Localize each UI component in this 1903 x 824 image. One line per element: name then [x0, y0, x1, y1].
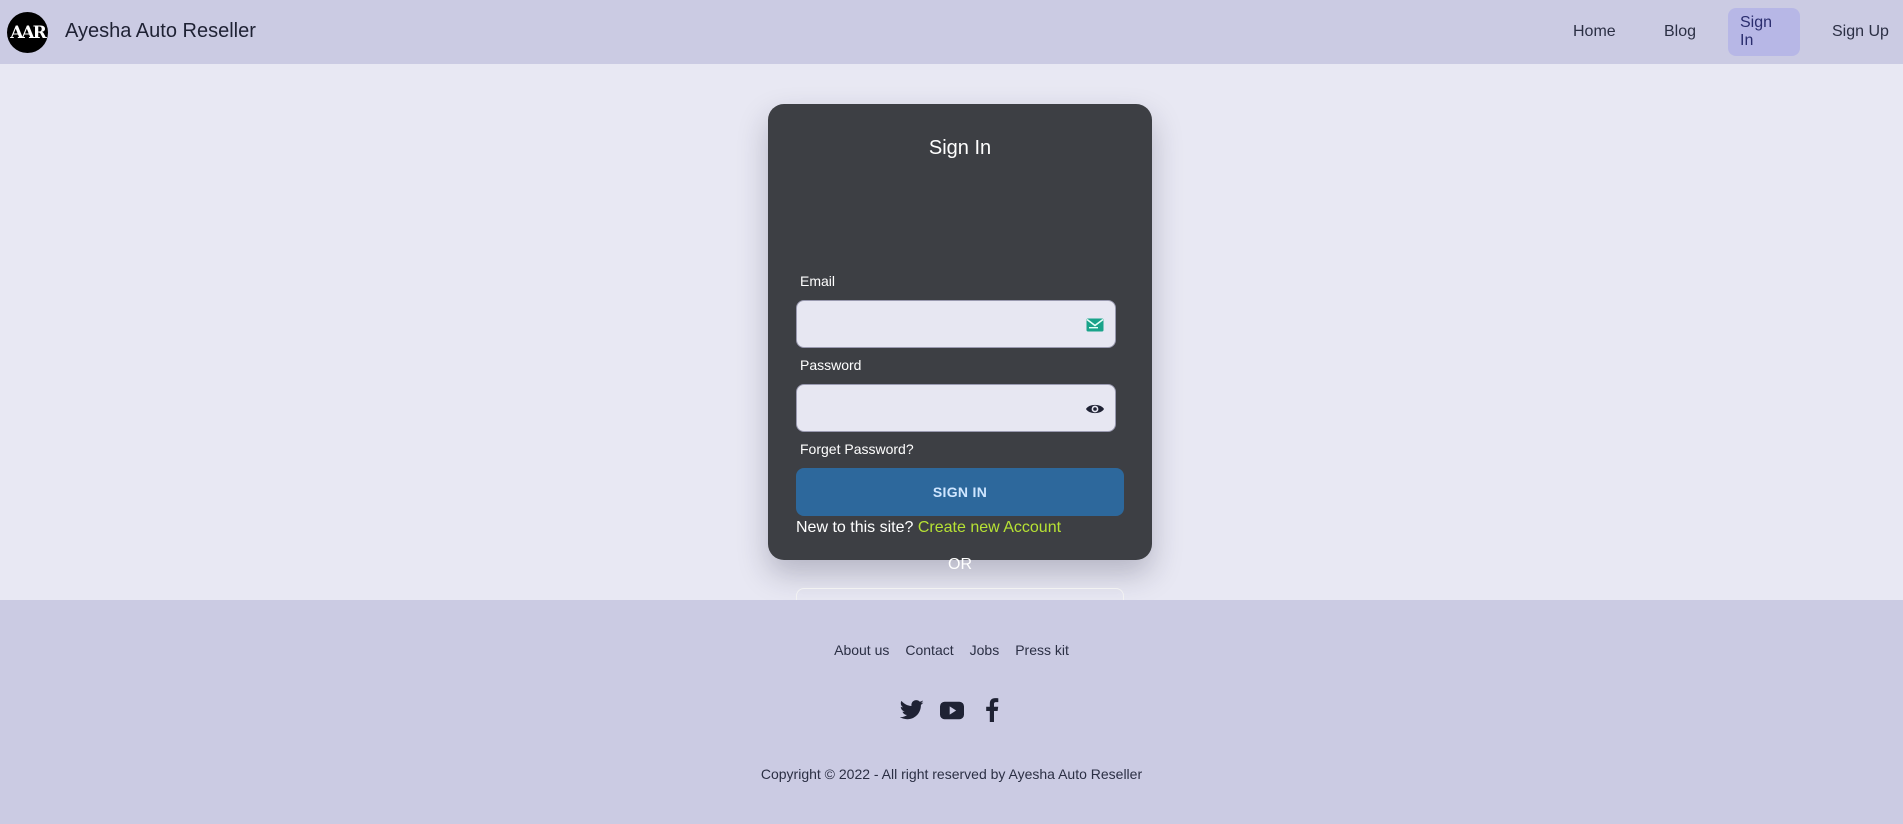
- twitter-icon[interactable]: [899, 698, 924, 722]
- footer-links: About us Contact Jobs Press kit: [0, 642, 1903, 658]
- footer-link-contact[interactable]: Contact: [905, 642, 953, 658]
- copyright-text: Copyright © 2022 - All right reserved by…: [760, 766, 1143, 782]
- brand-logo[interactable]: AAR: [7, 12, 48, 53]
- brand-name[interactable]: Ayesha Auto Reseller: [65, 20, 256, 43]
- signin-button[interactable]: SIGN IN: [796, 468, 1124, 516]
- youtube-icon[interactable]: [939, 698, 964, 722]
- email-input[interactable]: [797, 301, 1115, 347]
- password-input[interactable]: [797, 385, 1115, 431]
- footer-link-about[interactable]: About us: [834, 642, 889, 658]
- forgot-password-link[interactable]: Forget Password?: [800, 441, 914, 457]
- nav-blog-link[interactable]: Blog: [1652, 8, 1708, 56]
- footer-link-jobs[interactable]: Jobs: [970, 642, 1000, 658]
- email-icon: [1085, 315, 1105, 335]
- nav-home-link[interactable]: Home: [1561, 8, 1628, 56]
- footer-link-press-kit[interactable]: Press kit: [1015, 642, 1069, 658]
- signin-card: Sign In Email Password Forget Password? …: [768, 104, 1152, 636]
- nav-signin-link[interactable]: Sign In: [1728, 8, 1800, 56]
- navbar: AAR Ayesha Auto Reseller Home Blog Sign …: [0, 0, 1903, 64]
- new-account-text: New to this site?: [796, 519, 914, 536]
- eye-icon[interactable]: [1085, 399, 1105, 419]
- footer: About us Contact Jobs Press kit Copyrigh…: [0, 600, 1903, 824]
- facebook-icon[interactable]: [980, 698, 1004, 722]
- nav-signup-link[interactable]: Sign Up: [1820, 8, 1901, 56]
- new-account-prompt: New to this site? Create new Account: [796, 519, 1061, 537]
- email-label: Email: [800, 273, 836, 289]
- password-field-wrapper: [796, 384, 1116, 432]
- brand-logo-text: AAR: [10, 22, 46, 43]
- email-field-wrapper: [796, 300, 1116, 348]
- password-label: Password: [800, 357, 862, 373]
- or-divider: OR: [948, 556, 972, 573]
- social-links: [0, 698, 1903, 722]
- signin-title: Sign In: [928, 137, 992, 159]
- create-account-link[interactable]: Create new Account: [918, 519, 1061, 536]
